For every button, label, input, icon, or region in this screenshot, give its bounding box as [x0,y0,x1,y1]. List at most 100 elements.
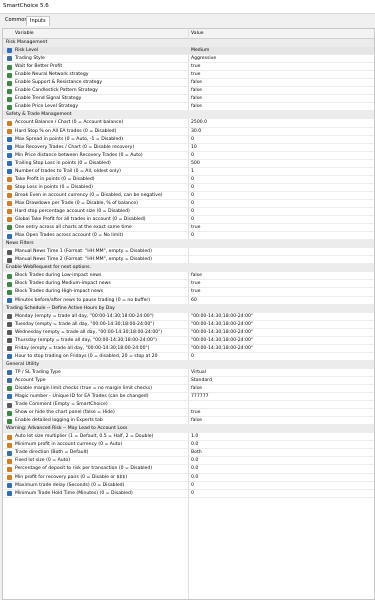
variable-value[interactable]: "00:00-14:30;18:00-24:00" [191,337,361,344]
variable-value[interactable]: false [191,87,361,94]
table-row[interactable]: Number of trades to Trail (0 = All, olde… [3,168,374,176]
variable-value[interactable]: true [191,224,361,231]
table-row[interactable]: Trade direction (Both = Default) Both [3,449,374,458]
variable-value[interactable]: "00:00-14:30;18:00-24:00" [191,321,361,328]
variable-value[interactable]: Both [191,449,361,456]
variable-value[interactable]: false [191,417,361,424]
table-row[interactable]: Monday (empty = trade all day, "00:00-14… [3,313,374,321]
variable-value[interactable]: true [191,280,361,287]
table-row[interactable]: Block Trades during High-impact news true [3,288,374,297]
variable-value[interactable]: true [191,409,361,416]
table-row[interactable]: Account Type Standard [3,377,374,386]
table-row[interactable]: Enable Candlestick Pattern Strategy false [3,87,374,96]
table-row[interactable]: Thursday (empty = trade all day, "00:00-… [3,337,374,345]
table-row[interactable]: Take Profit in points (0 = Disabled) 0 [3,176,374,184]
table-row[interactable]: Trade Comment (Empty = SmartChoice) [3,401,374,410]
table-row[interactable]: Minimum Trade Hold Time (Minutes) (0 = D… [3,490,374,498]
section-header-row[interactable]: Warning: Advanced Risk -- May Lead to Ac… [3,425,374,434]
table-row[interactable]: Hard Stop % on All EA trades (0 = Disabl… [3,128,374,136]
table-row[interactable]: Trading Style Aggressive [3,55,374,64]
table-row[interactable]: Percentage of deposit to risk per transa… [3,465,374,474]
variable-value[interactable]: false [191,95,361,102]
table-row[interactable]: Max Drawdown per Trade (0 = Disable, % o… [3,200,374,208]
variable-value[interactable]: true [191,63,361,70]
variable-value[interactable]: 0 [191,184,361,191]
variable-value[interactable]: false [191,272,361,279]
variable-value[interactable]: "00:00-14:30;18:00-24:00" [191,345,361,352]
table-row[interactable]: Maximum trade delay (Seconds) (0 = Disab… [3,482,374,490]
variable-value[interactable]: true [191,288,361,295]
table-row[interactable]: Enable detailed logging in Experts tab fa… [3,417,374,426]
table-row[interactable]: Hard stop percentage account size (0 = D… [3,208,374,217]
section-header-row[interactable]: Enable WebRequest for next options. [3,264,374,273]
table-row[interactable]: Tuesday (empty = trade all day, "00:00-1… [3,321,374,329]
section-header-row[interactable]: Risk Management [3,39,374,48]
section-header-row[interactable]: General Utility [3,360,374,369]
table-row[interactable]: Minutes before/after news to pause tradi… [3,297,374,305]
variable-value[interactable]: 0 [191,232,361,239]
variable-value[interactable]: 0.0 [191,457,361,464]
variable-value[interactable]: 0.0 [191,465,361,472]
table-row[interactable]: Max Open Trades across account (0 = No l… [3,232,374,241]
section-header-row[interactable]: Safety & Trade Management [3,111,374,120]
table-row[interactable]: Fixed lot size (0 = Auto) 0.0 [3,457,374,466]
variable-value[interactable]: 0 [191,192,361,199]
variable-value[interactable]: 0 [191,482,361,489]
variable-value[interactable]: 0 [191,136,361,143]
table-row[interactable]: Min Price distance between Recovery Trad… [3,152,374,160]
variable-value[interactable]: 0.0 [191,474,361,481]
table-row[interactable]: Block Trades during Medium-impact news tr… [3,280,374,289]
variable-value[interactable]: 30.0 [191,128,361,135]
column-header-value[interactable]: Value [191,31,204,36]
table-row[interactable]: Wait for Better Profit true [3,63,374,72]
table-row[interactable]: Break Even in account currency (0 = Disa… [3,192,374,200]
table-row[interactable]: Enable Support & Resistance strategy fals… [3,79,374,88]
variable-value[interactable]: false [191,79,361,86]
table-row[interactable]: Manual News Time 1 (Format: "HH:MM", emp… [3,248,374,257]
table-row[interactable]: Manual News Time 2 (Format: "HH:MM", emp… [3,256,374,265]
table-row[interactable]: Disable margin limit checks (true = no m… [3,385,374,394]
table-row[interactable]: Max Spread in points (0 = Auto, -1 = Dis… [3,136,374,144]
section-header-row[interactable]: Trading Schedule -- Define Active Hours … [3,304,374,313]
variable-value[interactable]: false [191,385,361,392]
variable-value[interactable]: "00:00-14:30;18:00-24:00" [191,313,361,320]
section-header-row[interactable]: News Filters [3,240,374,249]
variable-value[interactable]: "00:00-14:30;18:00-24:00" [191,329,361,336]
variable-value[interactable]: 0 [191,490,361,497]
variable-value[interactable]: 10 [191,144,361,151]
table-row[interactable]: Magic number - Unique ID for EA Trades (… [3,393,374,402]
table-row[interactable]: Enable Price Level Strategy false [3,103,374,112]
variable-value[interactable]: Standard [191,377,361,384]
variable-value[interactable]: 60 [191,297,361,304]
table-row[interactable]: Block Trades during Low-impact news false [3,272,374,281]
tab-inputs[interactable]: Inputs [26,16,50,26]
table-row[interactable]: Auto lot size multiplier (1 = Default, 0… [3,433,374,442]
table-row[interactable]: Max Recovery Trades / Chart (0 = Disable… [3,144,374,152]
variable-value[interactable]: 0.0 [191,441,361,448]
table-row[interactable]: Stop Loss in points (0 = Disabled) 0 [3,184,374,192]
variable-value[interactable]: 1 [191,168,361,175]
table-row[interactable]: TP / SL Trading Type Virtual [3,369,374,377]
table-row[interactable]: Hour to stop trading on Fridays (0 = dis… [3,353,374,361]
table-row[interactable]: Enable Neural Network strategy true [3,71,374,80]
variable-value[interactable]: 1.0 [191,433,361,440]
variable-value[interactable]: Aggressive [191,55,361,62]
table-row[interactable]: Trailing Stop Loss in points (0 = Disabl… [3,160,374,168]
variable-value[interactable]: true [191,71,361,78]
table-row[interactable]: Minimum profit in account currency (0 = … [3,441,374,450]
variable-value[interactable]: Medium [191,47,361,54]
variable-value[interactable]: 0 [191,216,361,223]
variable-value[interactable]: 2500.0 [191,119,361,126]
table-row[interactable]: One entry across all charts at the exact… [3,224,374,233]
variable-value[interactable]: 0 [191,176,361,183]
table-row[interactable]: Risk Level Medium [3,47,374,56]
variable-value[interactable]: 0 [191,152,361,159]
variable-value[interactable]: 0 [191,353,361,360]
variable-value[interactable]: Virtual [191,369,361,376]
table-row[interactable]: Friday (empty = trade all day, "00:00-14… [3,345,374,353]
table-row[interactable]: Min profit for recovery pairs (0 = Disab… [3,474,374,482]
variable-value[interactable]: false [191,103,361,110]
table-row[interactable]: Enable Trend Signal Strategy false [3,95,374,104]
table-row[interactable]: Global Take Profit for all trades in acc… [3,216,374,225]
table-row[interactable]: Show or hide the chart panel (false = Hi… [3,409,374,418]
